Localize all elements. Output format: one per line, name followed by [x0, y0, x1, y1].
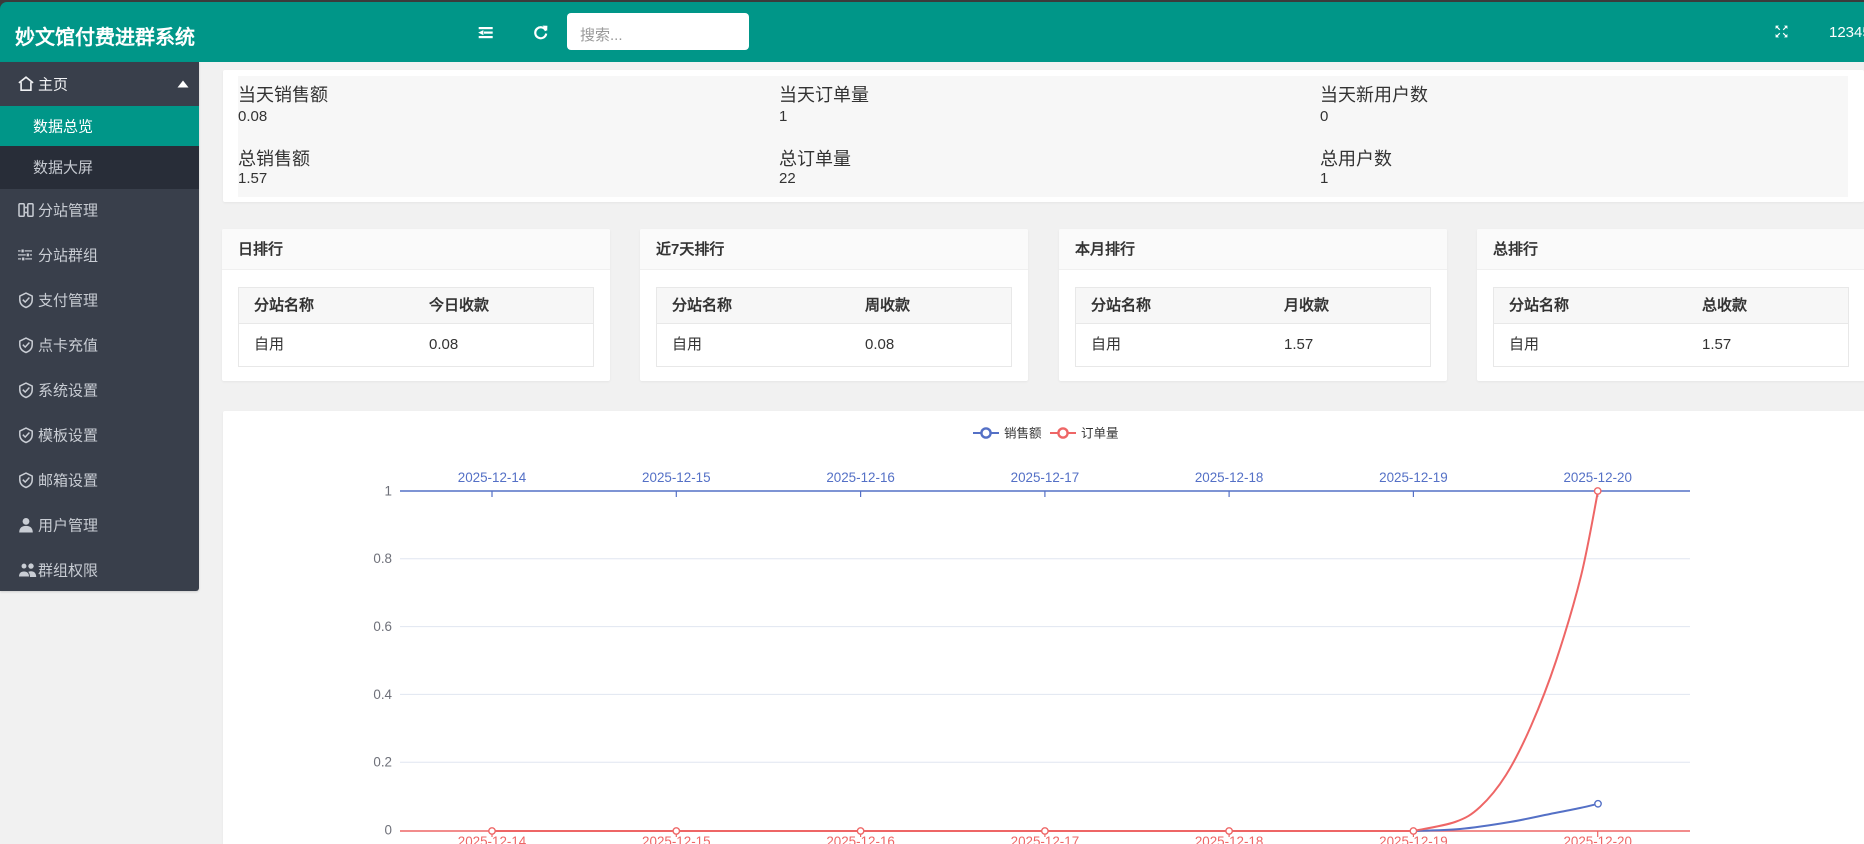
svg-text:销售额: 销售额: [1004, 426, 1042, 441]
svg-text:0.2: 0.2: [373, 755, 392, 770]
svg-text:2025-12-14: 2025-12-14: [458, 470, 527, 485]
svg-text:0.8: 0.8: [373, 551, 392, 566]
svg-text:1: 1: [385, 484, 392, 499]
svg-text:2025-12-16: 2025-12-16: [826, 834, 895, 844]
svg-text:2025-12-17: 2025-12-17: [1011, 470, 1080, 485]
svg-text:2025-12-16: 2025-12-16: [826, 470, 895, 485]
svg-text:0.6: 0.6: [373, 619, 392, 634]
svg-text:0.4: 0.4: [373, 687, 392, 702]
svg-text:2025-12-20: 2025-12-20: [1563, 470, 1632, 485]
svg-text:2025-12-19: 2025-12-19: [1379, 470, 1448, 485]
svg-text:订单量: 订单量: [1081, 427, 1119, 441]
svg-text:2025-12-19: 2025-12-19: [1379, 834, 1448, 844]
svg-text:2025-12-18: 2025-12-18: [1195, 834, 1264, 844]
svg-text:2025-12-17: 2025-12-17: [1011, 834, 1080, 844]
svg-text:0: 0: [385, 823, 392, 838]
svg-text:2025-12-15: 2025-12-15: [642, 470, 711, 485]
svg-text:2025-12-14: 2025-12-14: [458, 834, 527, 844]
svg-text:2025-12-20: 2025-12-20: [1563, 834, 1632, 844]
svg-text:2025-12-18: 2025-12-18: [1195, 470, 1264, 485]
svg-text:2025-12-15: 2025-12-15: [642, 834, 711, 844]
